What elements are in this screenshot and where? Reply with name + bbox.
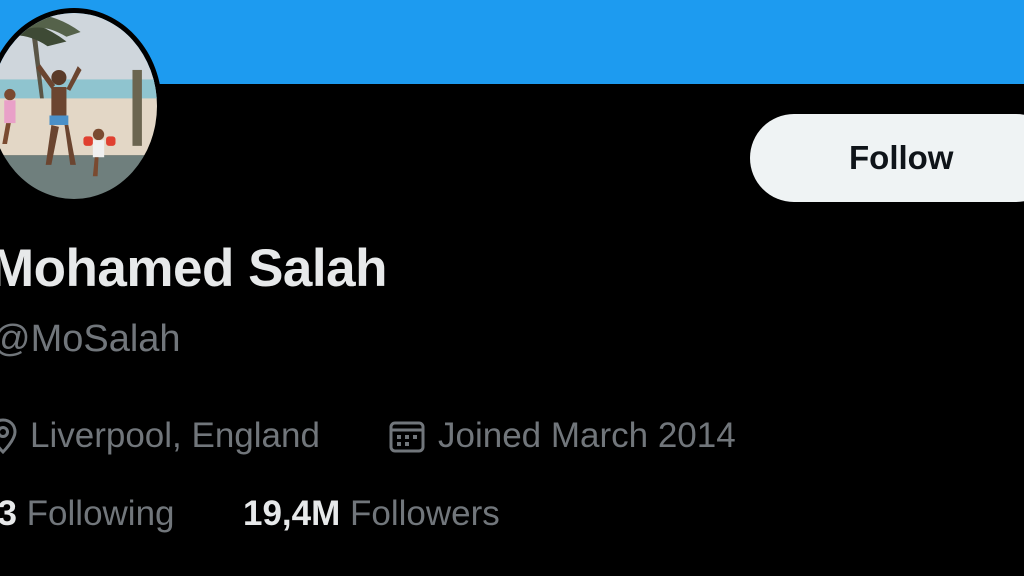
followers-label: Followers (350, 494, 500, 533)
profile-meta: Liverpool, England Joined March 2014 (0, 414, 1024, 458)
followers-stat[interactable]: 19,4M Followers (243, 494, 500, 534)
location-item: Liverpool, England (0, 414, 320, 458)
location-pin-icon (0, 418, 17, 455)
follow-button[interactable]: Follow (750, 114, 1024, 202)
following-stat[interactable]: 43 Following (0, 494, 175, 534)
user-handle: @MoSalah (0, 318, 181, 360)
location-text: Liverpool, England (30, 416, 320, 455)
avatar[interactable] (0, 8, 162, 204)
calendar-icon (389, 421, 425, 453)
joined-item: Joined March 2014 (388, 414, 736, 458)
profile-stats: 43 Following 19,4M Followers (0, 494, 1024, 540)
following-label: Following (26, 494, 175, 533)
following-count: 43 (0, 494, 17, 533)
avatar-photo (0, 13, 157, 199)
display-name: Mohamed Salah (0, 239, 387, 298)
joined-text: Joined March 2014 (438, 416, 736, 455)
followers-count: 19,4M (243, 494, 341, 533)
profile-page: Follow Mohamed Salah @MoSalah Liverpool,… (0, 0, 1024, 576)
